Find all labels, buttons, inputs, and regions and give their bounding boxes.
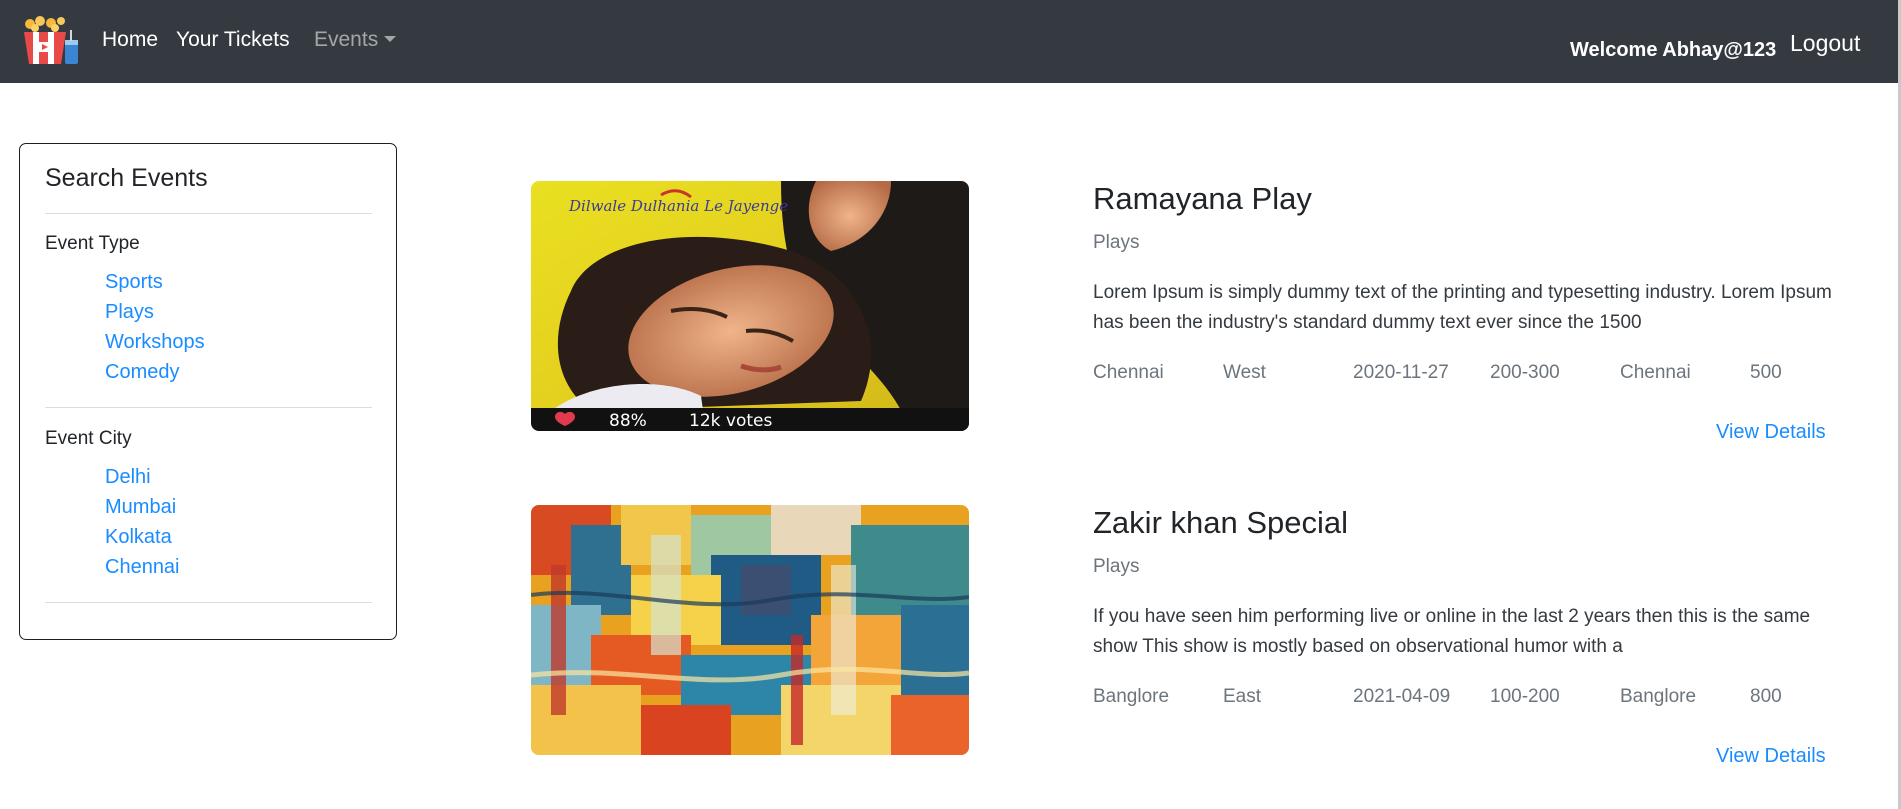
event-city: Chennai [1093, 362, 1164, 383]
popcorn-cinema-logo-icon[interactable] [20, 16, 82, 66]
view-details-link[interactable]: View Details [1716, 745, 1826, 768]
event-poster-image[interactable] [531, 505, 969, 755]
event-date: 2020-11-27 [1353, 362, 1449, 383]
divider [45, 213, 372, 214]
poster-votes: 12k votes [689, 411, 772, 431]
event-venue: Chennai [1620, 362, 1691, 383]
nav-your-tickets[interactable]: Your Tickets [176, 28, 290, 52]
event-poster-image[interactable]: Dilwale Dulhania Le Jayenge 88% 12k vote… [531, 181, 969, 431]
filter-chennai[interactable]: Chennai [105, 556, 180, 579]
abstract-painting-illustration [531, 505, 969, 755]
event-zone: West [1223, 362, 1266, 383]
logout-link[interactable]: Logout [1790, 30, 1860, 57]
filter-comedy[interactable]: Comedy [105, 361, 179, 384]
welcome-text: Welcome Abhay@123 [1570, 39, 1777, 61]
event-zone: East [1223, 686, 1262, 707]
movie-poster-illustration: Dilwale Dulhania Le Jayenge 88% 12k vote… [531, 181, 969, 431]
event-type-label: Event Type [45, 233, 140, 254]
chevron-down-icon [384, 36, 397, 42]
event-seats: 800 [1750, 686, 1782, 707]
filter-sports[interactable]: Sports [105, 271, 163, 294]
filter-plays[interactable]: Plays [105, 301, 154, 324]
event-description: Lorem Ipsum is simply dummy text of the … [1093, 282, 1832, 333]
filter-kolkata[interactable]: Kolkata [105, 526, 172, 549]
event-category: Plays [1093, 232, 1140, 253]
poster-title-text: Dilwale Dulhania Le Jayenge [568, 197, 788, 215]
event-city: Banglore [1093, 686, 1170, 707]
event-title: Ramayana Play [1093, 181, 1312, 216]
filter-mumbai[interactable]: Mumbai [105, 496, 176, 519]
panel-title: Search Events [45, 164, 208, 192]
search-events-panel: Search Events Event Type Sports Plays Wo… [19, 143, 397, 640]
event-price: 200-300 [1490, 362, 1560, 383]
event-price: 100-200 [1490, 686, 1560, 707]
filter-delhi[interactable]: Delhi [105, 466, 151, 489]
event-venue: Banglore [1620, 686, 1697, 707]
navbar: Home Your Tickets Events Welcome Abhay@1… [0, 0, 1901, 83]
event-category: Plays [1093, 556, 1140, 577]
divider [45, 602, 372, 603]
event-city-label: Event City [45, 428, 132, 449]
event-date: 2021-04-09 [1353, 686, 1451, 707]
view-details-link[interactable]: View Details [1716, 421, 1826, 444]
event-description: If you have seen him performing live or … [1093, 606, 1811, 657]
nav-events-label: Events [314, 28, 379, 51]
divider [45, 407, 372, 408]
event-seats: 500 [1750, 362, 1782, 383]
nav-home[interactable]: Home [102, 28, 158, 52]
poster-rating: 88% [609, 411, 647, 431]
nav-events-dropdown[interactable]: Events [314, 28, 397, 52]
event-title: Zakir khan Special [1093, 505, 1349, 540]
filter-workshops[interactable]: Workshops [105, 331, 205, 354]
